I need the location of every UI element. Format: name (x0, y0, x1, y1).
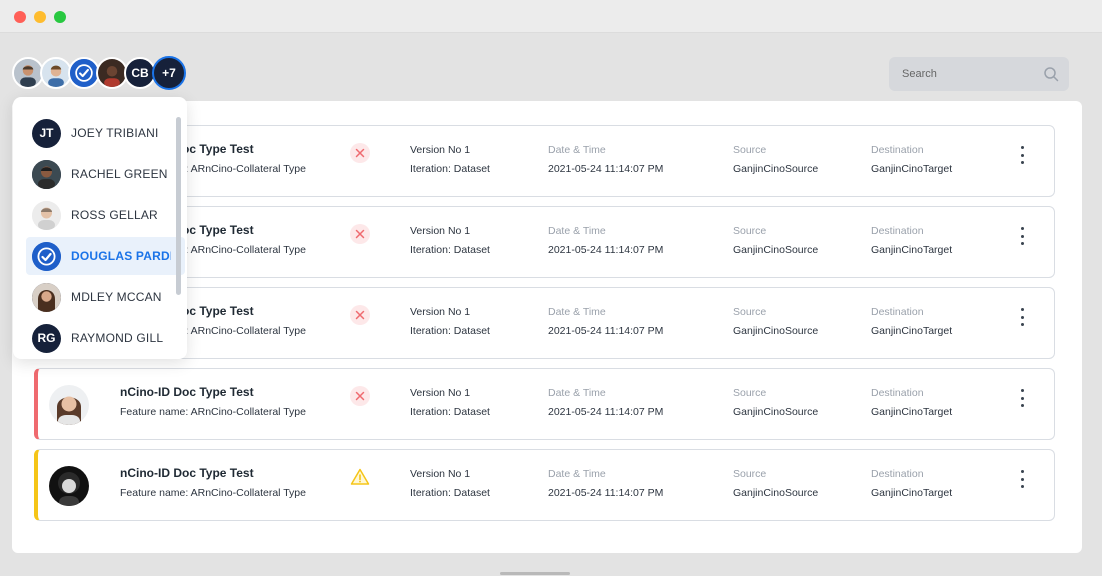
dropdown-item-user[interactable]: ROSS GELLAR (26, 196, 171, 234)
more-options-icon[interactable] (1018, 470, 1026, 488)
source-label: Source (733, 225, 767, 237)
source-value: GanjinCinoSource (733, 244, 819, 256)
destination-label: Destination (871, 387, 924, 399)
dropdown-scrollbar[interactable] (176, 117, 181, 295)
more-options-icon[interactable] (1018, 146, 1026, 164)
destination-value: GanjinCinoTarget (871, 406, 953, 418)
user-name: ROSS GELLAR (71, 208, 158, 222)
user-name: RAYMOND GILL (71, 331, 164, 345)
destination-label: Destination (871, 144, 924, 156)
dropdown-item-user[interactable]: RACHEL GREEN (26, 155, 171, 193)
run-card[interactable]: nCino-ID Doc Type Test Feature name: ARn… (34, 287, 1055, 359)
avatar-initials: RG (32, 323, 61, 353)
user-name: DOUGLAS PARDE (71, 249, 171, 263)
run-card[interactable]: nCino-ID Doc Type Test Feature name: ARn… (34, 449, 1055, 521)
check-badge-icon (32, 241, 61, 271)
source-value: GanjinCinoSource (733, 325, 819, 337)
card-feature: Feature name: ARnCino-Collateral Type (120, 406, 306, 418)
close-window-button[interactable] (14, 11, 26, 23)
avatar (49, 466, 89, 506)
destination-value: GanjinCinoTarget (871, 163, 953, 175)
destination-value: GanjinCinoTarget (871, 325, 953, 337)
user-dropdown: JT JOEY TRIBIANI RACHEL GREEN ROSS GELLA… (13, 97, 187, 359)
search-input[interactable] (889, 57, 1039, 91)
destination-label: Destination (871, 225, 924, 237)
iteration-value: Iteration: Dataset (410, 325, 490, 337)
source-value: GanjinCinoSource (733, 406, 819, 418)
search-box (889, 57, 1069, 91)
error-icon (350, 305, 370, 325)
avatar (32, 159, 61, 189)
error-icon (350, 224, 370, 244)
minimize-window-button[interactable] (34, 11, 46, 23)
destination-value: GanjinCinoTarget (871, 244, 953, 256)
datetime-value: 2021-05-24 11:14:07 PM (548, 163, 664, 175)
source-label: Source (733, 306, 767, 318)
iteration-value: Iteration: Dataset (410, 406, 490, 418)
source-value: GanjinCinoSource (733, 163, 819, 175)
resize-handle[interactable] (500, 572, 570, 575)
maximize-window-button[interactable] (54, 11, 66, 23)
datetime-value: 2021-05-24 11:14:07 PM (548, 487, 664, 499)
version-label: Version No 1 (410, 144, 471, 156)
version-label: Version No 1 (410, 468, 471, 480)
datetime-value: 2021-05-24 11:14:07 PM (548, 325, 664, 337)
source-label: Source (733, 144, 767, 156)
avatar (49, 385, 89, 425)
avatar-initials: JT (32, 118, 61, 148)
datetime-label: Date & Time (548, 144, 606, 156)
run-card[interactable]: nCino-ID Doc Type Test Feature name: ARn… (34, 368, 1055, 440)
card-title: nCino-ID Doc Type Test (120, 385, 254, 399)
datetime-label: Date & Time (548, 468, 606, 480)
dropdown-item-user[interactable]: RG RAYMOND GILL (26, 319, 171, 357)
error-icon (350, 143, 370, 163)
run-card[interactable]: nCino-ID Doc Type Test Feature name: ARn… (34, 125, 1055, 197)
iteration-value: Iteration: Dataset (410, 163, 490, 175)
datetime-label: Date & Time (548, 387, 606, 399)
warning-icon (350, 468, 370, 485)
destination-value: GanjinCinoTarget (871, 487, 953, 499)
error-icon (350, 386, 370, 406)
source-label: Source (733, 468, 767, 480)
datetime-label: Date & Time (548, 306, 606, 318)
dropdown-item-user-selected[interactable]: DOUGLAS PARDE (26, 237, 185, 275)
version-label: Version No 1 (410, 225, 471, 237)
card-title: nCino-ID Doc Type Test (120, 466, 254, 480)
iteration-value: Iteration: Dataset (410, 244, 490, 256)
source-value: GanjinCinoSource (733, 487, 819, 499)
more-users-badge[interactable]: +7 (152, 56, 186, 90)
version-label: Version No 1 (410, 306, 471, 318)
card-feature: Feature name: ARnCino-Collateral Type (120, 487, 306, 499)
datetime-value: 2021-05-24 11:14:07 PM (548, 406, 664, 418)
version-label: Version No 1 (410, 387, 471, 399)
user-name: JOEY TRIBIANI (71, 126, 159, 140)
iteration-value: Iteration: Dataset (410, 487, 490, 499)
dropdown-item-user[interactable]: MDLEY MCCAN (26, 278, 171, 316)
more-options-icon[interactable] (1018, 389, 1026, 407)
window-titlebar (0, 0, 1102, 33)
destination-label: Destination (871, 306, 924, 318)
datetime-value: 2021-05-24 11:14:07 PM (548, 244, 664, 256)
run-card[interactable]: nCino-ID Doc Type Test Feature name: ARn… (34, 206, 1055, 278)
source-label: Source (733, 387, 767, 399)
avatar (32, 200, 61, 230)
avatar (32, 282, 61, 312)
destination-label: Destination (871, 468, 924, 480)
user-name: RACHEL GREEN (71, 167, 168, 181)
datetime-label: Date & Time (548, 225, 606, 237)
user-name: MDLEY MCCAN (71, 290, 162, 304)
more-options-icon[interactable] (1018, 227, 1026, 245)
search-icon[interactable] (1043, 66, 1059, 82)
more-options-icon[interactable] (1018, 308, 1026, 326)
dropdown-item-user[interactable]: JT JOEY TRIBIANI (26, 114, 171, 152)
